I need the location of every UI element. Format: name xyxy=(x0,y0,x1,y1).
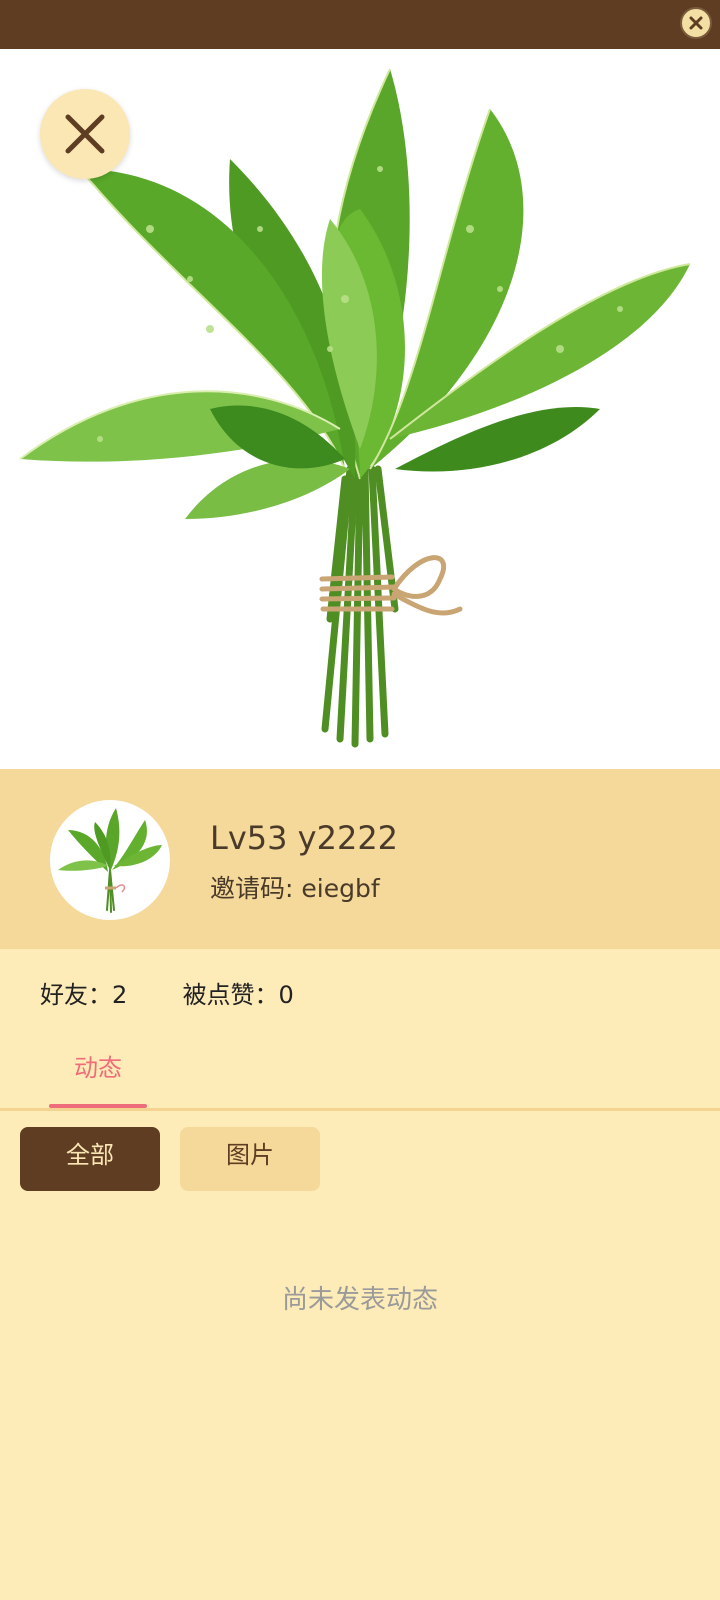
plant-avatar-icon xyxy=(58,808,162,913)
top-bar xyxy=(0,0,720,49)
avatar[interactable] xyxy=(50,800,170,920)
tab-feed[interactable]: 动态 xyxy=(49,1030,147,1110)
user-name: Lv53 y2222 xyxy=(210,819,399,857)
divider xyxy=(0,1108,720,1111)
tab-bar: 动态 xyxy=(0,1030,720,1110)
close-icon xyxy=(65,114,105,154)
profile-header: Lv53 y2222 邀请码: eiegbf xyxy=(0,769,720,949)
hero-image xyxy=(0,49,720,769)
filter-all-button[interactable]: 全部 xyxy=(20,1127,160,1191)
filter-images-button[interactable]: 图片 xyxy=(180,1127,320,1191)
close-icon xyxy=(689,16,703,30)
invite-code: 邀请码: eiegbf xyxy=(210,874,380,903)
friends-count[interactable]: 好友：2 xyxy=(40,975,127,1010)
likes-count: 被点赞：0 xyxy=(182,981,294,1009)
empty-state-text: 尚未发表动态 xyxy=(281,1285,438,1315)
user-stats: 好友：2 被点赞：0 xyxy=(40,975,294,1010)
close-button[interactable] xyxy=(40,89,130,179)
close-circle-icon[interactable] xyxy=(680,7,712,39)
